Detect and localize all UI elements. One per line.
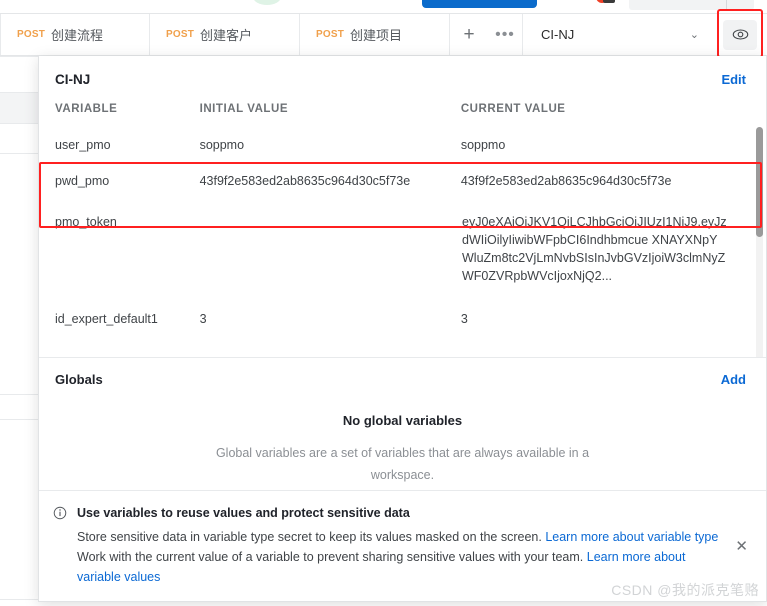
info-icon [53,506,69,587]
table-row[interactable]: pwd_pmo 43f9f2e583ed2ab8635c964d30c5f73e… [39,163,766,199]
tab-method-label: POST [17,29,46,40]
cell-variable: id_expert_default1 [55,312,158,326]
info-banner-body: Use variables to reuse values and protec… [77,505,750,587]
top-green-pill [253,0,281,5]
plus-icon: + [463,23,475,45]
app-root: POST 创建流程 POST 创建客户 POST 创建项目 + ••• CI-N… [0,0,767,606]
tab-title-label: 创建流程 [51,28,104,43]
watermark: CSDN @我的派克笔赂 [611,582,759,598]
environment-quick-look-wrap [713,9,767,58]
cell-current-value: 43f9f2e583ed2ab8635c964d30c5f73e [460,174,672,188]
environment-quick-look-popover: CI-NJ Edit VARIABLE INITIAL VALUE CURREN… [38,56,767,602]
environment-selector[interactable]: CI-NJ ⌄ [523,14,713,55]
tab-method-label: POST [316,29,345,40]
top-primary-button[interactable] [422,0,537,8]
ellipsis-icon: ••• [495,25,515,43]
add-global-link[interactable]: Add [721,372,746,387]
cell-initial-value: 3 [199,312,207,326]
more-tabs-button[interactable]: ••• [488,14,522,55]
top-divider [726,0,727,10]
variables-table-header: VARIABLE INITIAL VALUE CURRENT VALUE [39,97,766,127]
environment-name: CI-NJ [541,27,575,42]
globals-empty-description: Global variables are a set of variables … [215,446,590,482]
column-header-variable: VARIABLE [55,103,118,115]
info-banner-title: Use variables to reuse values and protec… [77,506,410,520]
globals-empty-state: No global variables Global variables are… [39,397,766,490]
info-banner-line-1: Store sensitive data in variable type se… [77,527,720,547]
table-row[interactable]: id_expert_default1 3 3 [39,294,766,337]
top-chrome-strip [0,0,767,13]
tab-create-customer[interactable]: POST 创建客户 [150,14,300,55]
cell-current-value: 3 [460,312,468,326]
tab-create-flow[interactable]: POST 创建流程 [0,14,150,55]
globals-section: Globals Add No global variables Global v… [39,357,766,490]
globals-header: Globals Add [39,358,766,397]
tab-bar: POST 创建流程 POST 创建客户 POST 创建项目 + ••• CI-N… [0,9,767,58]
column-header-initial-value: INITIAL VALUE [199,103,289,115]
variables-scrollbar-thumb[interactable] [756,127,763,237]
cell-current-value: eyJ0eXAiOiJKV1QiLCJhbGciOiJIUzI1NiJ9.eyJ… [462,215,727,283]
tab-title-label: 创建客户 [200,28,253,43]
tab-title-label: 创建项目 [350,28,403,43]
cell-variable: pwd_pmo [55,174,110,188]
cell-variable: pmo_token [55,215,117,229]
info-line-2-text: Work with the current value of a variabl… [77,550,587,564]
avatar[interactable] [596,0,616,9]
table-row[interactable]: user_pmo soppmo soppmo [39,127,766,163]
chevron-down-icon: ⌄ [689,29,699,41]
tab-method-label: POST [166,29,195,40]
table-row[interactable]: pmo_token eyJ0eXAiOiJKV1QiLCJhbGciOiJIUz… [39,199,766,294]
info-line-1-text: Store sensitive data in variable type se… [77,530,546,544]
learn-more-variable-type-link[interactable]: Learn more about variable type [545,530,718,544]
add-tab-button[interactable]: + [450,14,488,55]
column-header-current-value: CURRENT VALUE [460,103,566,115]
popover-title: CI-NJ [55,72,91,87]
variables-table: VARIABLE INITIAL VALUE CURRENT VALUE use… [39,97,766,357]
cell-variable: user_pmo [55,138,111,152]
globals-title: Globals [55,372,103,387]
close-icon[interactable]: ✕ [735,539,748,554]
tab-create-project[interactable]: POST 创建项目 [300,14,450,55]
cell-initial-value: 43f9f2e583ed2ab8635c964d30c5f73e [199,174,411,188]
top-search-field[interactable] [629,0,754,10]
variables-table-body: user_pmo soppmo soppmo pwd_pmo 43f9f2e58… [39,127,766,337]
eye-icon [732,29,748,40]
environment-quick-look-button[interactable] [723,19,757,50]
cell-initial-value: soppmo [199,138,245,152]
cell-current-value: soppmo [460,138,506,152]
globals-empty-title: No global variables [342,413,463,428]
edit-link[interactable]: Edit [721,72,746,87]
popover-header: CI-NJ Edit [39,56,766,97]
